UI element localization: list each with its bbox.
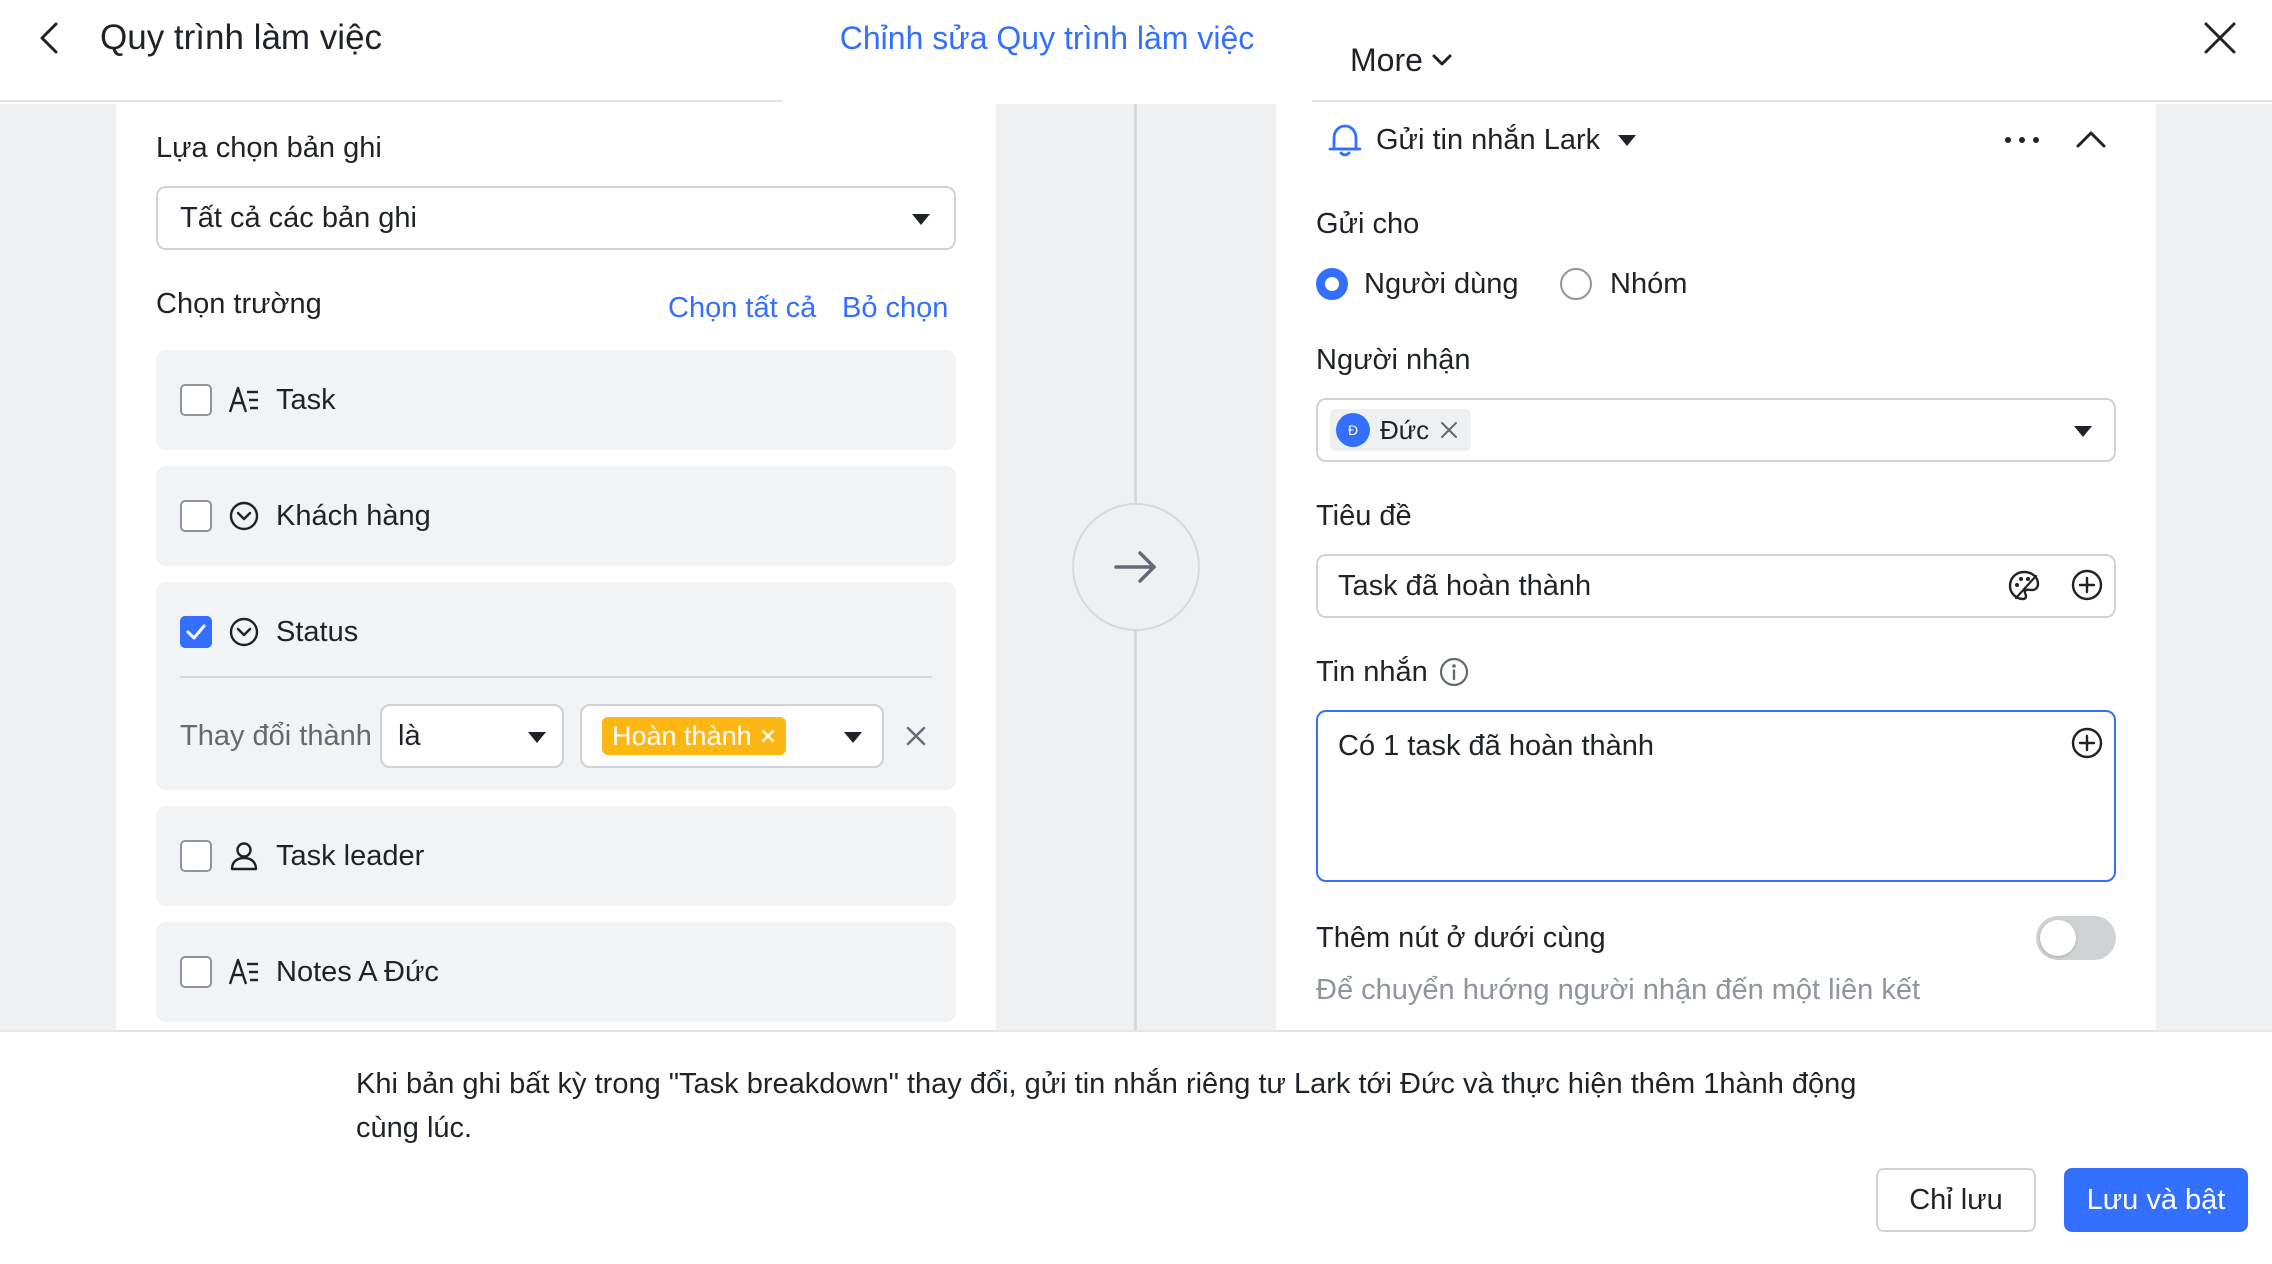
subject-input[interactable]: Task đã hoàn thành (1316, 554, 2116, 618)
chevron-up-icon[interactable] (2074, 124, 2108, 154)
select-all-link[interactable]: Chọn tất cả (668, 290, 816, 326)
condition-value-select[interactable]: Hoàn thành (580, 704, 884, 768)
checkbox[interactable] (180, 840, 212, 872)
radio-group[interactable] (1560, 268, 1592, 300)
arrow-right-icon (1114, 551, 1156, 583)
checkbox[interactable] (180, 500, 212, 532)
remove-condition-icon[interactable] (902, 722, 930, 750)
field-row-task[interactable]: Task (156, 350, 956, 450)
more-menu-button[interactable]: More (1350, 38, 1455, 82)
field-row-task-leader[interactable]: Task leader (156, 806, 956, 906)
single-select-icon (229, 501, 259, 531)
toggle-knob (2040, 920, 2076, 956)
recipient-label: Người nhận (1316, 344, 1471, 376)
radio-group-label[interactable]: Nhóm (1610, 266, 1687, 302)
radio-user[interactable] (1316, 268, 1348, 300)
deselect-link[interactable]: Bỏ chọn (842, 290, 948, 326)
close-icon[interactable] (2200, 18, 2240, 58)
caret-down-icon (912, 214, 930, 225)
bottom-button-toggle[interactable] (2036, 916, 2116, 960)
subject-label: Tiêu đề (1316, 500, 1412, 532)
palette-icon[interactable] (2006, 568, 2042, 604)
condition-operator-select[interactable]: là (380, 704, 564, 768)
bottom-button-label: Thêm nút ở dưới cùng (1316, 922, 1606, 954)
record-select-label: Lựa chọn bản ghi (156, 132, 382, 164)
caret-down-icon[interactable] (1618, 135, 1636, 146)
status-chip: Hoàn thành (602, 717, 786, 755)
field-label: Notes A Đức (276, 956, 439, 988)
workflow-summary: Khi bản ghi bất kỳ trong "Task breakdown… (356, 1068, 1857, 1144)
avatar: Đ (1336, 413, 1370, 447)
bell-icon (1328, 124, 1362, 157)
divider (180, 676, 932, 678)
text-field-icon (228, 386, 258, 413)
caret-down-icon (2074, 426, 2092, 437)
bottom-button-hint: Để chuyển hướng người nhận đến một liên … (1316, 974, 1921, 1006)
save-only-button[interactable]: Chỉ lưu (1876, 1168, 2036, 1232)
caret-down-icon (528, 732, 546, 743)
tab-edit-workflow-label: Chỉnh sửa Quy trình làm việc (839, 20, 1255, 56)
single-select-icon (229, 617, 259, 647)
condition-label: Thay đổi thành (180, 720, 372, 752)
page-title: Quy trình làm việc (100, 18, 383, 57)
message-textarea[interactable]: Có 1 task đã hoàn thành (1316, 710, 2116, 882)
more-options-icon[interactable] (2002, 128, 2042, 152)
next-step-arrow (1072, 503, 1200, 631)
fields-label: Chọn trường (156, 288, 322, 320)
condition-operator-value: là (398, 719, 421, 752)
field-row-customer[interactable]: Khách hàng (156, 466, 956, 566)
radio-user-label[interactable]: Người dùng (1364, 266, 1519, 302)
field-row-status[interactable]: Status Thay đổi thành là Hoàn thành (156, 582, 956, 790)
add-variable-icon[interactable] (2070, 568, 2104, 602)
text-field-icon (228, 958, 258, 985)
record-select-value: Tất cả các bản ghi (180, 201, 417, 234)
caret-down-icon (844, 732, 862, 743)
field-label: Khách hàng (276, 500, 431, 532)
subject-value: Task đã hoàn thành (1338, 569, 1592, 602)
field-label: Task (276, 384, 336, 416)
field-row-notes[interactable]: Notes A Đức (156, 922, 956, 1022)
chevron-down-icon (1432, 54, 1452, 66)
checkbox[interactable] (180, 384, 212, 416)
back-arrow-icon[interactable] (30, 18, 70, 58)
checkbox[interactable] (180, 956, 212, 988)
remove-chip-icon[interactable] (760, 728, 776, 744)
recipient-name: Đức (1380, 414, 1430, 445)
info-icon[interactable] (1438, 656, 1470, 688)
recipient-select[interactable]: Đ Đức (1316, 398, 2116, 462)
field-label: Status (276, 616, 359, 648)
save-enable-button[interactable]: Lưu và bật (2064, 1168, 2248, 1232)
more-menu-label: More (1350, 42, 1423, 78)
person-icon (230, 842, 258, 871)
remove-recipient-icon[interactable] (1439, 420, 1459, 440)
recipient-chip: Đ Đức (1330, 409, 1472, 451)
check-icon (186, 624, 206, 640)
message-value: Có 1 task đã hoàn thành (1338, 730, 1655, 762)
tab-edit-workflow[interactable]: Chỉnh sửa Quy trình làm việc (782, 16, 1312, 104)
add-variable-icon[interactable] (2070, 726, 2104, 760)
message-label: Tin nhắn (1316, 656, 1428, 688)
checkbox-checked[interactable] (180, 616, 212, 648)
record-select-dropdown[interactable]: Tất cả các bản ghi (156, 186, 956, 250)
status-chip-label: Hoàn thành (612, 720, 752, 751)
send-to-label: Gửi cho (1316, 208, 1420, 240)
field-label: Task leader (276, 840, 425, 872)
action-title[interactable]: Gửi tin nhắn Lark (1376, 122, 1600, 158)
